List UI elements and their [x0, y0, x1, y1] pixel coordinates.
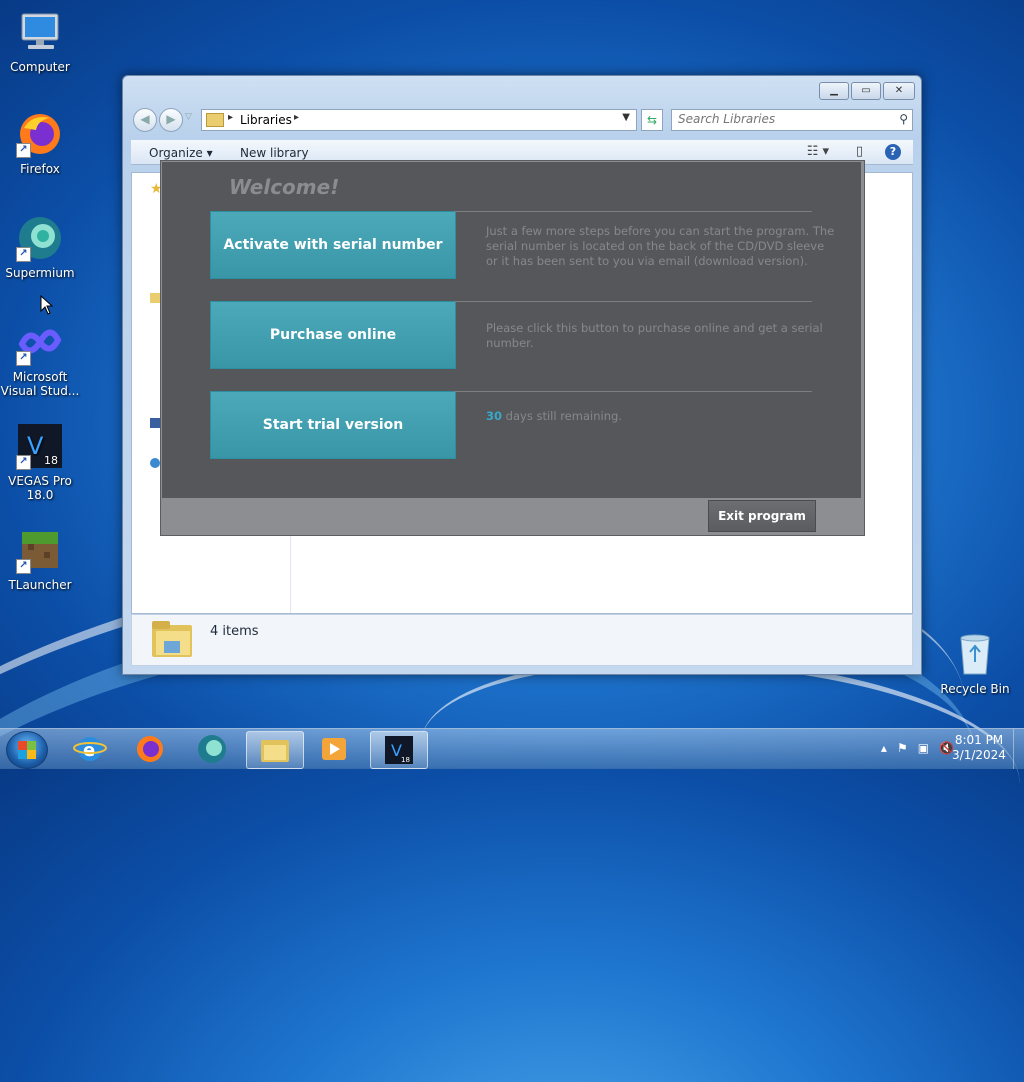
purchase-online-button[interactable]: Purchase online — [210, 301, 456, 369]
back-button[interactable]: ◀ — [133, 108, 157, 132]
computer-nav-icon[interactable] — [150, 418, 160, 428]
shortcut-arrow-icon: ↗ — [16, 351, 31, 366]
shortcut-arrow-icon: ↗ — [16, 455, 31, 470]
window-caption-buttons: ▁ ▭ ✕ — [819, 82, 915, 100]
dialog-title: Welcome! — [229, 175, 340, 199]
organize-button[interactable]: Organize ▾ — [149, 146, 213, 160]
show-desktop-button[interactable] — [1013, 729, 1024, 769]
media-player-icon — [322, 738, 346, 760]
desktop-icon-tlauncher[interactable]: ↗ TLauncher — [0, 526, 80, 592]
desktop-icon-label: VEGAS Pro 18.0 — [8, 474, 72, 502]
divider — [454, 391, 812, 392]
search-icon[interactable]: ⚲ — [899, 112, 908, 126]
minimize-button[interactable]: ▁ — [819, 82, 849, 100]
welcome-dialog-body: Welcome! Activate with serial number Jus… — [162, 162, 861, 498]
shortcut-arrow-icon: ↗ — [16, 247, 31, 262]
taskbar-firefox[interactable] — [122, 731, 178, 767]
breadcrumb-libraries[interactable]: Libraries — [240, 113, 292, 127]
trial-days-text: days still remaining. — [502, 409, 622, 423]
desktop-icon-label: Firefox — [20, 162, 60, 176]
welcome-dialog: Welcome! Activate with serial number Jus… — [160, 160, 865, 536]
address-bar[interactable]: ▸ Libraries ▸ ▼ — [201, 109, 637, 131]
navigation-row: ◀ ▶ ▽ ▸ Libraries ▸ ▼ ⇆ ⚲ — [131, 106, 913, 132]
refresh-button[interactable]: ⇆ — [641, 109, 663, 131]
breadcrumb-chevron-icon[interactable]: ▸ — [294, 112, 299, 123]
address-dropdown-icon[interactable]: ▼ — [622, 112, 630, 123]
firefox-icon — [137, 736, 163, 762]
shortcut-arrow-icon: ↗ — [16, 143, 31, 158]
computer-icon — [16, 8, 64, 56]
tlauncher-icon: ↗ — [16, 526, 64, 574]
mouse-cursor-icon — [40, 295, 54, 315]
libraries-large-icon — [152, 621, 192, 657]
recent-pages-chevron-icon[interactable]: ▽ — [185, 112, 192, 122]
desktop-icon-visual-studio[interactable]: ↗ Microsoft Visual Stud... — [0, 318, 80, 398]
svg-text:18: 18 — [401, 756, 410, 764]
divider — [454, 301, 812, 302]
close-button[interactable]: ✕ — [883, 82, 915, 100]
network-icon[interactable]: ▣ — [918, 741, 929, 755]
clock-time: 8:01 PM — [954, 733, 1004, 747]
show-hidden-icons-chevron-icon[interactable]: ▴ — [881, 741, 887, 755]
search-box[interactable]: ⚲ — [671, 109, 913, 131]
preview-pane-icon[interactable]: ▯ — [856, 144, 863, 159]
shortcut-arrow-icon: ↗ — [16, 559, 31, 574]
network-nav-icon[interactable] — [150, 458, 160, 468]
maximize-button[interactable]: ▭ — [851, 82, 881, 100]
view-options-icon[interactable]: ☷ ▾ — [807, 144, 829, 159]
activate-serial-button[interactable]: Activate with serial number — [210, 211, 456, 279]
windows-logo-icon — [18, 741, 36, 759]
purchase-description: Please click this button to purchase onl… — [486, 321, 823, 350]
refresh-icon: ⇆ — [646, 113, 658, 127]
clock-date: 3/1/2024 — [952, 748, 1006, 762]
desktop-icon-supermium[interactable]: ↗ Supermium — [0, 214, 80, 280]
help-icon[interactable]: ? — [885, 144, 901, 160]
desktop-icon-label: Supermium — [5, 266, 75, 280]
recycle-bin-icon — [951, 630, 999, 678]
new-library-button[interactable]: New library — [240, 146, 309, 160]
items-count: 4 items — [210, 624, 259, 639]
exit-program-button[interactable]: Exit program — [708, 500, 816, 532]
taskbar-media-player[interactable] — [306, 731, 362, 767]
start-button[interactable] — [6, 731, 48, 769]
supermium-icon — [198, 735, 226, 763]
search-input[interactable] — [672, 110, 878, 128]
internet-explorer-icon: e — [73, 737, 107, 761]
divider — [454, 211, 812, 212]
desktop-icon-firefox[interactable]: ↗ Firefox — [0, 110, 80, 176]
supermium-icon: ↗ — [16, 214, 64, 262]
visual-studio-icon: ↗ — [16, 318, 64, 366]
system-clock[interactable]: 8:01 PM 3/1/2024 — [944, 733, 1014, 763]
taskbar: e V 18 ▴ ⚑ ▣ 🔇 8:01 PM 3/1/2024 — [0, 728, 1024, 769]
desktop-icon-label: TLauncher — [8, 578, 72, 592]
desktop-icon-computer[interactable]: Computer — [0, 8, 80, 74]
activate-description: Just a few more steps before you can sta… — [486, 224, 835, 268]
breadcrumb-chevron-icon[interactable]: ▸ — [228, 112, 233, 123]
vegas-icon: V 18 — [385, 736, 413, 764]
desktop-icon-label: Recycle Bin — [940, 682, 1010, 696]
vegas-icon: V 18 ↗ — [16, 422, 64, 470]
file-explorer-icon — [261, 740, 289, 762]
start-trial-button[interactable]: Start trial version — [210, 391, 456, 459]
taskbar-supermium[interactable] — [184, 731, 240, 767]
desktop-icon-vegas-pro[interactable]: V 18 ↗ VEGAS Pro 18.0 — [0, 422, 80, 502]
desktop-icon-recycle-bin[interactable]: Recycle Bin — [935, 630, 1015, 696]
taskbar-file-explorer[interactable] — [246, 731, 304, 769]
trial-days-count: 30 — [486, 409, 503, 423]
taskbar-internet-explorer[interactable]: e — [62, 731, 118, 767]
libraries-folder-icon — [206, 113, 224, 127]
desktop-icon-label: Microsoft Visual Stud... — [0, 370, 80, 398]
details-pane: 4 items — [131, 614, 913, 666]
svg-text:18: 18 — [44, 454, 58, 467]
forward-button[interactable]: ▶ — [159, 108, 183, 132]
trial-remaining: 30 days still remaining. — [486, 409, 838, 424]
desktop-icon-label: Computer — [10, 60, 70, 74]
taskbar-vegas-pro[interactable]: V 18 — [370, 731, 428, 769]
action-center-flag-icon[interactable]: ⚑ — [897, 741, 908, 755]
firefox-icon: ↗ — [16, 110, 64, 158]
